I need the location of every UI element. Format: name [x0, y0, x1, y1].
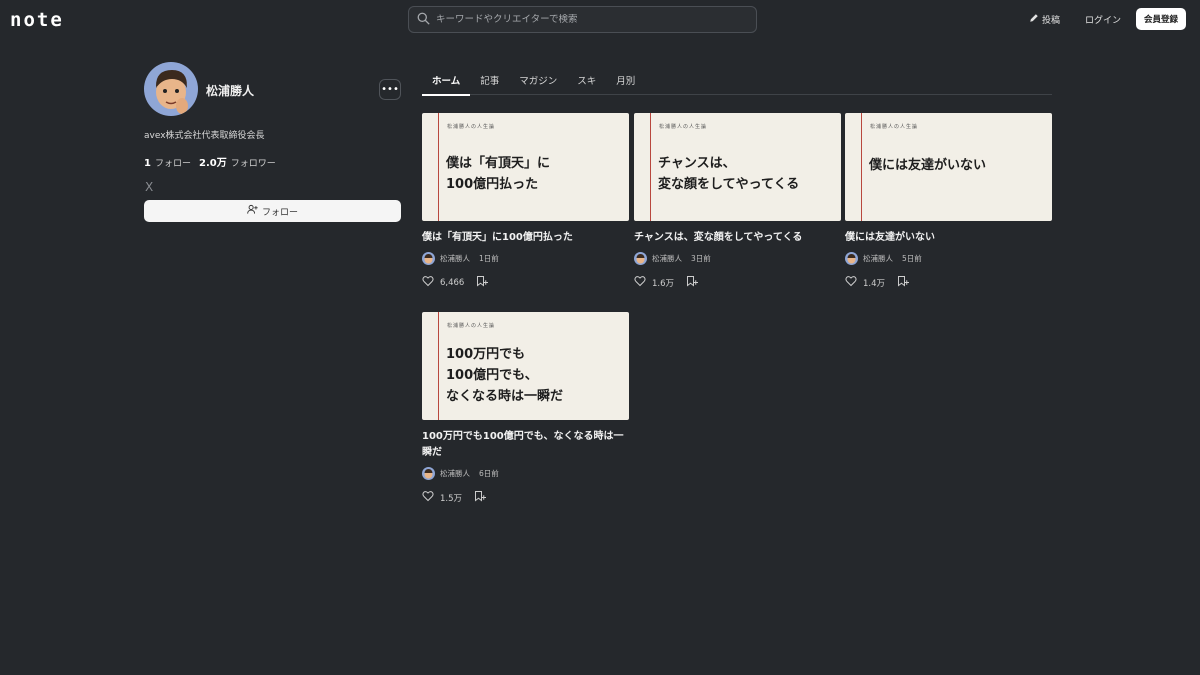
magazine-add-icon[interactable]	[686, 275, 699, 290]
accent-line	[438, 312, 439, 420]
pen-icon	[1029, 13, 1039, 26]
profile-bio: avex株式会社代表取締役会長	[144, 131, 265, 141]
follow-stats: 1 フォロー 2.0万 フォロワー	[144, 154, 276, 169]
series-label: 松浦勝人の人生論	[659, 124, 708, 130]
author-name[interactable]: 松浦勝人	[440, 468, 470, 479]
top-header: note 投稿 ログイン 会員登録	[0, 0, 1200, 38]
article-stats: 1.6万	[634, 275, 841, 290]
follow-count[interactable]: 1	[144, 158, 151, 169]
tab-articles[interactable]: 記事	[470, 66, 509, 95]
follow-label[interactable]: フォロー	[155, 156, 191, 169]
article-stats: 1.4万	[845, 275, 1052, 290]
search-box[interactable]	[408, 6, 757, 33]
like-count[interactable]: 1.4万	[863, 277, 885, 289]
accent-line	[438, 113, 439, 221]
article-meta: 松浦勝人 3日前	[634, 252, 841, 265]
tab-home[interactable]: ホーム	[422, 66, 471, 96]
thumbnail-headline: 僕には友達がいない	[869, 158, 987, 173]
post-date: 1日前	[479, 254, 499, 263]
article-thumbnail[interactable]: 松浦勝人の人生論 僕は「有頂天」に 100億円払った	[422, 113, 629, 221]
article-stats: 6,466	[422, 275, 629, 290]
magazine-add-icon[interactable]	[474, 490, 487, 505]
thumbnail-headline: チャンスは、 変な顔をしてやってくる	[658, 156, 800, 192]
article-card[interactable]: 松浦勝人の人生論 チャンスは、 変な顔をしてやってくる チャンスは、変な顔をして…	[634, 113, 841, 290]
article-meta: 松浦勝人 5日前	[845, 252, 1052, 265]
thumbnail-headline: 僕は「有頂天」に 100億円払った	[446, 156, 551, 192]
search-input[interactable]	[436, 14, 736, 25]
magazine-add-icon[interactable]	[476, 275, 489, 290]
profile-name[interactable]: 松浦勝人	[206, 82, 254, 99]
article-title[interactable]: 僕は「有頂天」に100億円払った	[422, 230, 629, 246]
login-button[interactable]: ログイン	[1085, 13, 1121, 26]
post-button[interactable]: 投稿	[1029, 13, 1060, 26]
profile-avatar[interactable]	[144, 62, 198, 116]
author-avatar[interactable]	[845, 252, 858, 265]
magazine-add-icon[interactable]	[897, 275, 910, 290]
article-meta: 松浦勝人 1日前	[422, 252, 629, 265]
signup-button[interactable]: 会員登録	[1136, 8, 1186, 30]
article-meta: 松浦勝人 6日前	[422, 467, 629, 480]
follower-count[interactable]: 2.0万	[199, 154, 227, 169]
author-avatar[interactable]	[422, 467, 435, 480]
series-label: 松浦勝人の人生論	[447, 323, 496, 329]
like-count[interactable]: 6,466	[440, 278, 464, 288]
like-count[interactable]: 1.6万	[652, 277, 674, 289]
author-avatar[interactable]	[634, 252, 647, 265]
accent-line	[650, 113, 651, 221]
note-logo[interactable]: note	[10, 9, 64, 31]
tab-monthly[interactable]: 月別	[606, 66, 645, 95]
article-card[interactable]: 松浦勝人の人生論 僕は「有頂天」に 100億円払った 僕は「有頂天」に100億円…	[422, 113, 629, 290]
author-avatar[interactable]	[422, 252, 435, 265]
profile-tabs: ホーム 記事 マガジン スキ 月別	[422, 66, 1052, 96]
search-icon	[417, 10, 430, 29]
article-card[interactable]: 松浦勝人の人生論 100万円でも 100億円でも、 なくなる時は一瞬だ 100万…	[422, 312, 629, 505]
article-title[interactable]: 100万円でも100億円でも、なくなる時は一瞬だ	[422, 429, 629, 461]
person-add-icon	[247, 204, 258, 218]
heart-icon[interactable]	[845, 275, 857, 290]
tab-magazines[interactable]: マガジン	[509, 66, 567, 95]
accent-line	[861, 113, 862, 221]
article-thumbnail[interactable]: 松浦勝人の人生論 100万円でも 100億円でも、 なくなる時は一瞬だ	[422, 312, 629, 420]
article-title[interactable]: 僕には友達がいない	[845, 230, 1052, 246]
article-stats: 1.5万	[422, 490, 629, 505]
article-card[interactable]: 松浦勝人の人生論 僕には友達がいない 僕には友達がいない 松浦勝人 5日前 1.…	[845, 113, 1052, 290]
author-name[interactable]: 松浦勝人	[440, 253, 470, 264]
author-name[interactable]: 松浦勝人	[652, 253, 682, 264]
article-thumbnail[interactable]: 松浦勝人の人生論 僕には友達がいない	[845, 113, 1052, 221]
follower-label[interactable]: フォロワー	[231, 156, 276, 169]
article-thumbnail[interactable]: 松浦勝人の人生論 チャンスは、 変な顔をしてやってくる	[634, 113, 841, 221]
x-social-icon[interactable]: X	[145, 180, 153, 194]
more-options-button[interactable]: •••	[379, 79, 401, 100]
heart-icon[interactable]	[422, 490, 434, 505]
follow-button[interactable]: フォロー	[144, 200, 401, 222]
tab-likes[interactable]: スキ	[567, 66, 606, 95]
heart-icon[interactable]	[422, 275, 434, 290]
series-label: 松浦勝人の人生論	[870, 124, 919, 130]
post-label: 投稿	[1042, 16, 1061, 26]
post-date: 6日前	[479, 469, 499, 478]
post-date: 5日前	[902, 254, 922, 263]
follow-button-label: フォロー	[261, 207, 298, 218]
thumbnail-headline: 100万円でも 100億円でも、 なくなる時は一瞬だ	[446, 347, 564, 404]
like-count[interactable]: 1.5万	[440, 492, 462, 504]
heart-icon[interactable]	[634, 275, 646, 290]
post-date: 3日前	[691, 254, 711, 263]
author-name[interactable]: 松浦勝人	[863, 253, 893, 264]
article-title[interactable]: チャンスは、変な顔をしてやってくる	[634, 230, 841, 246]
series-label: 松浦勝人の人生論	[447, 124, 496, 130]
